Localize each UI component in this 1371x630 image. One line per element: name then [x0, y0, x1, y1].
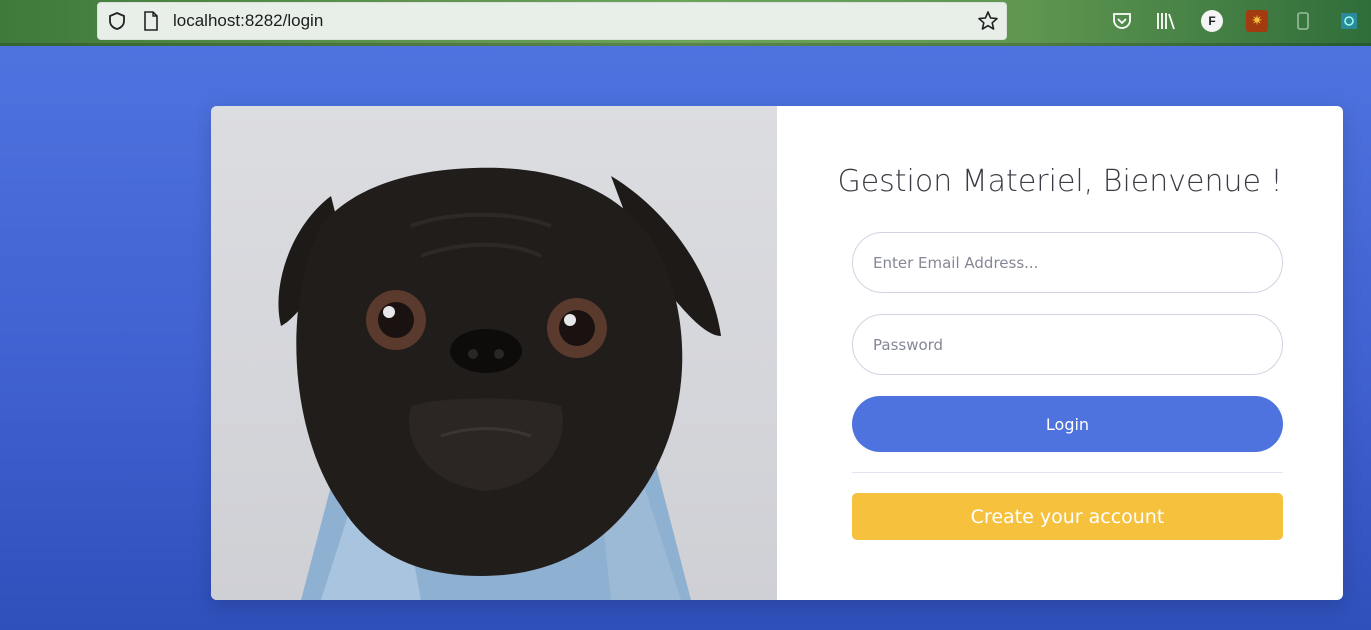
extension-icon[interactable]: ✷ [1246, 10, 1268, 32]
browser-toolbar: localhost:8282/login F ✷ [0, 0, 1371, 46]
library-icon[interactable] [1155, 10, 1177, 32]
page-title: Gestion Materiel, Bienvenue ! [837, 164, 1283, 199]
password-input[interactable] [852, 314, 1283, 375]
shield-icon[interactable] [107, 11, 127, 31]
page-icon [144, 11, 158, 31]
create-account-button[interactable]: Create your account [852, 493, 1283, 540]
login-card: Gestion Materiel, Bienvenue ! Login Crea… [211, 106, 1343, 600]
divider [852, 472, 1283, 473]
pocket-icon[interactable] [1111, 10, 1133, 32]
pug-illustration [278, 167, 721, 600]
login-button[interactable]: Login [852, 396, 1283, 452]
url-text[interactable]: localhost:8282/login [173, 11, 323, 31]
pug-photo [211, 106, 777, 600]
profile-avatar[interactable]: F [1201, 10, 1223, 32]
email-input[interactable] [852, 232, 1283, 293]
extension-icon[interactable] [1338, 10, 1360, 32]
bookmark-star-icon[interactable] [977, 10, 999, 32]
extension-icon[interactable] [1292, 10, 1314, 32]
address-bar[interactable]: localhost:8282/login [97, 2, 1007, 40]
